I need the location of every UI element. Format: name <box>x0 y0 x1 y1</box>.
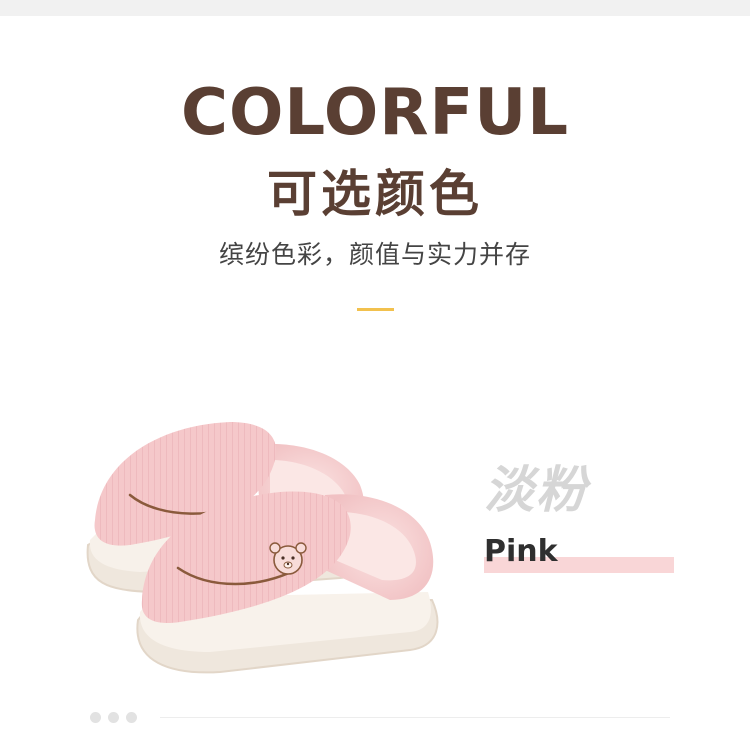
dot-icon <box>126 712 137 723</box>
color-name-chinese: 淡粉 <box>484 461 588 519</box>
accent-divider <box>357 308 394 311</box>
bottom-divider <box>160 717 670 718</box>
dot-icon <box>108 712 119 723</box>
page-tagline: 缤纷色彩，颜值与实力并存 <box>218 240 531 269</box>
page-subtitle: 可选颜色 <box>267 165 483 223</box>
page-title: COLORFUL <box>180 76 570 150</box>
pagination-dots <box>90 712 137 724</box>
top-band <box>0 0 750 16</box>
pink-bear-slippers-image <box>86 422 439 674</box>
color-name-english: Pink <box>484 534 558 569</box>
dot-icon <box>90 712 101 723</box>
